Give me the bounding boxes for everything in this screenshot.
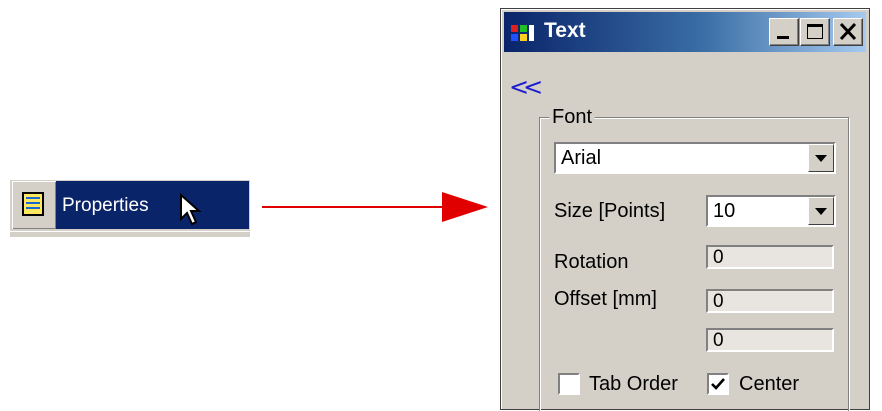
tab-order-label: Tab Order [589,373,678,395]
menu-bottom-edge [10,231,250,237]
rotation-value: 0 [713,247,724,268]
font-family-select[interactable]: Arial [554,142,836,174]
maximize-button[interactable] [800,18,830,46]
minimize-button[interactable] [769,18,799,46]
font-size-select[interactable]: 10 [706,195,836,227]
rotation-label: Rotation [554,251,629,273]
menu-top-border [10,178,250,180]
properties-menu-item[interactable]: Properties [12,181,249,229]
red-arrow [262,192,488,222]
properties-menu-strip: Properties [10,178,250,237]
text-dialog-window: Text << Font Arial Size [Points] 10 Rota… [500,8,870,411]
properties-label: Properties [62,195,149,216]
size-label: Size [Points] [554,200,666,222]
maximize-icon [807,24,823,39]
offset-label: Offset [mm] [554,288,657,310]
offset-x-value: 0 [713,291,724,312]
center-label: Center [739,373,800,395]
dialog-titlebar[interactable]: Text [504,12,866,52]
collapse-panel-button[interactable]: << [509,73,543,101]
mouse-pointer-icon [180,193,202,226]
close-button[interactable] [833,18,863,46]
font-family-dropdown-button[interactable] [808,144,834,172]
font-size-value: 10 [713,200,736,222]
chevron-down-icon [815,208,827,215]
chevron-down-icon [815,155,827,162]
offset-x-field[interactable]: 0 [706,289,834,313]
checkmark-icon [711,378,725,390]
properties-icon-button[interactable] [12,181,56,229]
center-checkbox[interactable] [707,373,729,395]
properties-table-icon [22,192,44,216]
font-group-legend: Font [549,106,596,129]
font-family-value: Arial [561,147,602,169]
offset-y-field[interactable]: 0 [706,328,834,352]
close-icon [839,22,857,41]
app-window-icon [511,25,534,41]
offset-y-value: 0 [713,330,724,351]
rotation-field[interactable]: 0 [706,245,834,269]
font-size-dropdown-button[interactable] [808,197,834,225]
minimize-icon [777,36,789,39]
tab-order-checkbox[interactable] [558,373,580,395]
dialog-title: Text [544,19,586,42]
